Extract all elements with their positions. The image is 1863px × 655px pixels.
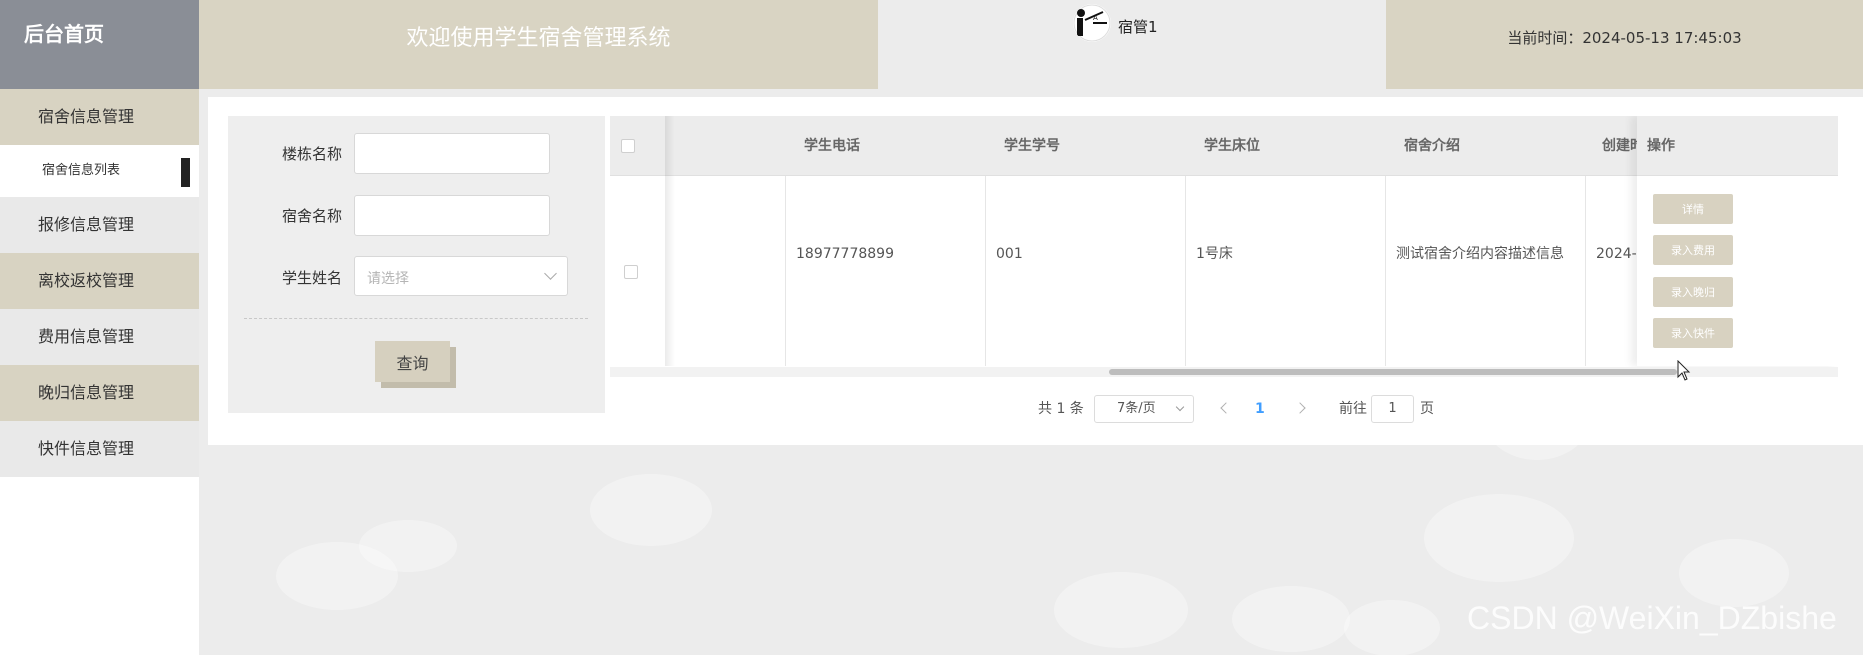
building-label: 楼栋名称 xyxy=(281,145,342,163)
pagination-total: 共 1 条 xyxy=(1038,401,1084,417)
goto-label: 前往 xyxy=(1339,401,1367,417)
cell-student-no: 001 xyxy=(996,246,1023,262)
current-time: 当前时间：2024-05-13 17:45:03 xyxy=(1386,0,1863,89)
user-area[interactable]: A 宿管1 xyxy=(878,0,1386,89)
enter-fee-button[interactable]: 录入费用 xyxy=(1653,235,1733,265)
sidebar-item-fees[interactable]: 费用信息管理 xyxy=(0,309,199,365)
sidebar-item-leave-return[interactable]: 离校返校管理 xyxy=(0,253,199,309)
page-number-current[interactable]: 1 xyxy=(1255,395,1265,423)
sidebar-item-late-return[interactable]: 晚归信息管理 xyxy=(0,365,199,421)
svg-text:A: A xyxy=(1093,14,1098,22)
row-checkbox[interactable] xyxy=(624,265,638,279)
query-button[interactable]: 查询 xyxy=(375,341,450,382)
divider xyxy=(244,318,588,319)
enter-late-return-button[interactable]: 录入晚归 xyxy=(1653,277,1733,307)
active-indicator xyxy=(181,158,190,187)
enter-parcel-button[interactable]: 录入快件 xyxy=(1653,318,1733,348)
building-input[interactable] xyxy=(354,133,550,174)
column-header-operations: 操作 xyxy=(1637,116,1838,176)
mouse-cursor-icon xyxy=(1677,360,1691,381)
avatar[interactable]: A xyxy=(1073,4,1111,42)
student-select-placeholder: 请选择 xyxy=(367,271,409,287)
chevron-down-icon xyxy=(1175,402,1185,412)
sidebar-item-dorm-info[interactable]: 宿舍信息管理 xyxy=(0,89,199,145)
room-input[interactable] xyxy=(354,195,550,236)
cell-bed: 1号床 xyxy=(1196,246,1233,262)
detail-button[interactable]: 详情 xyxy=(1653,194,1733,224)
page-suffix: 页 xyxy=(1420,401,1434,417)
sidebar-menu: 宿舍信息管理 宿舍信息列表 报修信息管理 离校返校管理 费用信息管理 晚归信息管… xyxy=(0,89,199,477)
horizontal-scrollbar[interactable] xyxy=(610,367,1838,377)
room-label: 宿舍名称 xyxy=(281,207,342,225)
column-header-intro: 宿舍介绍 xyxy=(1404,138,1460,154)
chevron-down-icon xyxy=(544,267,557,280)
page-title: 欢迎使用学生宿舍管理系统 xyxy=(199,0,878,89)
page-size-value: 7条/页 xyxy=(1117,401,1156,416)
cell-phone: 18977778899 xyxy=(796,246,894,262)
student-select[interactable]: 请选择 xyxy=(354,256,568,296)
data-table: 学生电话 学生学号 学生床位 宿舍介绍 创建时 18977778899 001 … xyxy=(610,116,1838,378)
home-link[interactable]: 后台首页 xyxy=(0,0,199,89)
sidebar-item-repair[interactable]: 报修信息管理 xyxy=(0,197,199,253)
operations-column: 操作 详情 录入费用 录入晚归 录入快件 xyxy=(1637,116,1838,366)
column-header-bed: 学生床位 xyxy=(1204,138,1260,154)
user-name: 宿管1 xyxy=(1118,18,1158,36)
cell-intro: 测试宿舍介绍内容描述信息 xyxy=(1396,246,1564,262)
sidebar-subitem-dorm-list[interactable]: 宿舍信息列表 xyxy=(0,145,199,197)
page-size-select[interactable]: 7条/页 xyxy=(1094,395,1194,423)
sidebar-item-parcels[interactable]: 快件信息管理 xyxy=(0,421,199,477)
fixed-column-shadow xyxy=(665,116,675,366)
search-form: 楼栋名称 宿舍名称 学生姓名 请选择 查询 xyxy=(228,116,605,413)
column-header-student-no: 学生学号 xyxy=(1004,138,1060,154)
column-header-phone: 学生电话 xyxy=(804,138,860,154)
scrollbar-thumb[interactable] xyxy=(1109,369,1677,375)
goto-page-input[interactable]: 1 xyxy=(1371,395,1414,423)
student-label: 学生姓名 xyxy=(281,269,342,287)
watermark: CSDN @WeiXin_DZbishe xyxy=(1467,600,1837,636)
select-all-checkbox[interactable] xyxy=(621,139,635,153)
sidebar-subitem-label: 宿舍信息列表 xyxy=(42,163,121,178)
